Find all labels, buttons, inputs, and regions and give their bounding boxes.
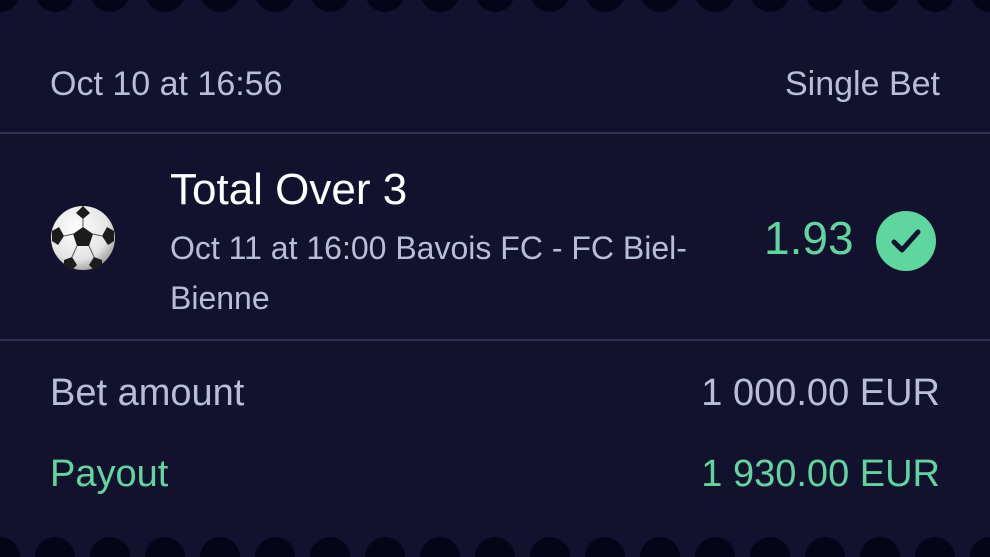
bet-type-label: Single Bet	[785, 64, 940, 103]
perforation-notch	[35, 0, 75, 12]
perforation-notch	[310, 537, 350, 557]
perforation-notch	[915, 0, 955, 12]
perforation-notch	[750, 537, 790, 557]
soccer-ball-icon	[50, 205, 116, 271]
perforation-notch	[530, 537, 570, 557]
perforation-notch	[970, 0, 990, 12]
perforation-notch	[200, 0, 240, 12]
perforation-notch	[200, 537, 240, 557]
perforation-notch	[420, 537, 460, 557]
perforation-notch	[145, 537, 185, 557]
perforation-notch	[695, 0, 735, 12]
perforation-notch	[310, 0, 350, 12]
match-info: Oct 11 at 16:00 Bavois FC - FC Biel-Bien…	[170, 230, 687, 316]
payout-row: Payout 1 930.00 EUR	[50, 449, 940, 499]
perforation-notch	[805, 0, 845, 12]
selection-divider	[0, 339, 990, 341]
selection-row: Total Over 3 Oct 11 at 16:00 Bavois FC -…	[0, 135, 990, 340]
payout-label: Payout	[50, 452, 169, 495]
bet-amount-label: Bet amount	[50, 371, 245, 414]
perforation-notch	[475, 537, 515, 557]
perforation-notch	[750, 0, 790, 12]
perforation-notch	[145, 0, 185, 12]
perforation-notch	[860, 0, 900, 12]
perforation-notch	[585, 537, 625, 557]
perforation-notch	[530, 0, 570, 12]
selection-title: Total Over 3	[170, 165, 408, 214]
placed-timestamp: Oct 10 at 16:56	[50, 64, 283, 103]
perforation-notch	[255, 0, 295, 12]
perforation-notch	[255, 537, 295, 557]
perforation-notch	[35, 537, 75, 557]
bet-ticket-card: Oct 10 at 16:56 Single Bet Total Over 3 …	[0, 0, 990, 557]
perforation-notch	[695, 537, 735, 557]
bet-amount-value: 1 000.00 EUR	[701, 371, 940, 414]
perforation-notch	[90, 0, 130, 12]
perforation-notch	[365, 537, 405, 557]
perforation-notch	[585, 0, 625, 12]
perforation-notch	[640, 0, 680, 12]
check-circle-icon	[876, 211, 936, 271]
perforation-notch	[805, 537, 845, 557]
ticket-header: Oct 10 at 16:56 Single Bet	[50, 60, 940, 108]
perforation-notch	[420, 0, 460, 12]
perforation-notch	[640, 537, 680, 557]
payout-value: 1 930.00 EUR	[701, 452, 940, 495]
bet-amount-row: Bet amount 1 000.00 EUR	[50, 368, 940, 418]
perforation-notch	[915, 537, 955, 557]
header-divider	[0, 132, 990, 134]
perforation-notch	[90, 537, 130, 557]
perforation-notch	[970, 537, 990, 557]
perforation-notch	[0, 0, 20, 12]
perforation-notch	[0, 537, 20, 557]
perforation-notch	[365, 0, 405, 12]
perforation-notch	[475, 0, 515, 12]
perforation-notch	[860, 537, 900, 557]
odds-value: 1.93	[764, 212, 854, 264]
